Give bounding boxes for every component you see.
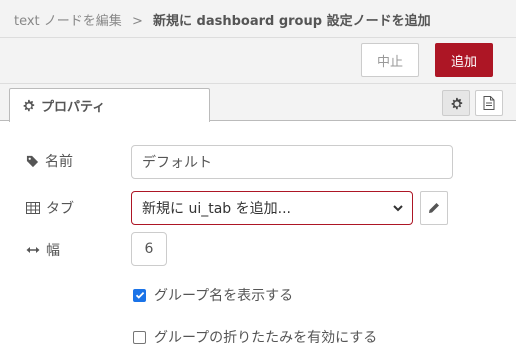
cancel-button[interactable]: 中止 bbox=[361, 43, 419, 77]
chevron-down-icon bbox=[393, 205, 403, 212]
gear-icon bbox=[23, 99, 35, 112]
pencil-icon bbox=[429, 203, 439, 213]
width-label: 幅 bbox=[26, 240, 60, 260]
show-name-label[interactable]: グループ名を表示する bbox=[154, 285, 293, 305]
add-button[interactable]: 追加 bbox=[435, 43, 493, 77]
collapse-row: グループの折りたたみを有効にする bbox=[133, 327, 377, 347]
arrows-horizontal-icon bbox=[26, 247, 40, 253]
settings-tab-button[interactable] bbox=[442, 90, 470, 116]
document-icon bbox=[483, 96, 495, 110]
name-label: 名前 bbox=[26, 151, 73, 171]
gear-icon bbox=[451, 97, 462, 109]
breadcrumb-parent[interactable]: text ノードを編集 bbox=[14, 14, 122, 29]
breadcrumb-current: 新規に dashboard group 設定ノードを追加 bbox=[152, 14, 431, 29]
show-name-checkbox[interactable] bbox=[133, 288, 146, 302]
action-bar: 中止 追加 bbox=[0, 38, 516, 84]
breadcrumb: text ノードを編集 > 新規に dashboard group 設定ノードを… bbox=[14, 10, 431, 29]
tab-select-value: 新規に ui_tab を追加... bbox=[142, 201, 291, 217]
properties-panel: 名前 デフォルト タブ 新規に ui_tab を追加... 幅 6 グループ名を… bbox=[0, 122, 516, 358]
tab-label: タブ bbox=[26, 198, 74, 218]
description-tab-button[interactable] bbox=[475, 90, 503, 116]
tab-properties-label: プロパティ bbox=[41, 100, 106, 115]
width-label-text: 幅 bbox=[46, 243, 60, 259]
name-input[interactable]: デフォルト bbox=[131, 145, 453, 179]
breadcrumb-separator: > bbox=[131, 14, 143, 29]
name-label-text: 名前 bbox=[45, 154, 73, 170]
show-name-row: グループ名を表示する bbox=[133, 285, 293, 305]
tab-select[interactable]: 新規に ui_tab を追加... bbox=[131, 191, 413, 225]
collapse-checkbox[interactable] bbox=[133, 330, 146, 344]
tab-bar: プロパティ bbox=[0, 84, 516, 122]
width-button[interactable]: 6 bbox=[131, 232, 167, 266]
edit-tab-button[interactable] bbox=[420, 191, 448, 225]
checkmark-icon bbox=[135, 291, 144, 299]
dialog-header: text ノードを編集 > 新規に dashboard group 設定ノードを… bbox=[0, 0, 516, 38]
collapse-label[interactable]: グループの折りたたみを有効にする bbox=[154, 327, 377, 347]
table-icon bbox=[26, 202, 40, 214]
tag-icon bbox=[26, 155, 39, 167]
tab-properties[interactable]: プロパティ bbox=[9, 88, 210, 122]
tab-label-text: タブ bbox=[46, 201, 74, 217]
